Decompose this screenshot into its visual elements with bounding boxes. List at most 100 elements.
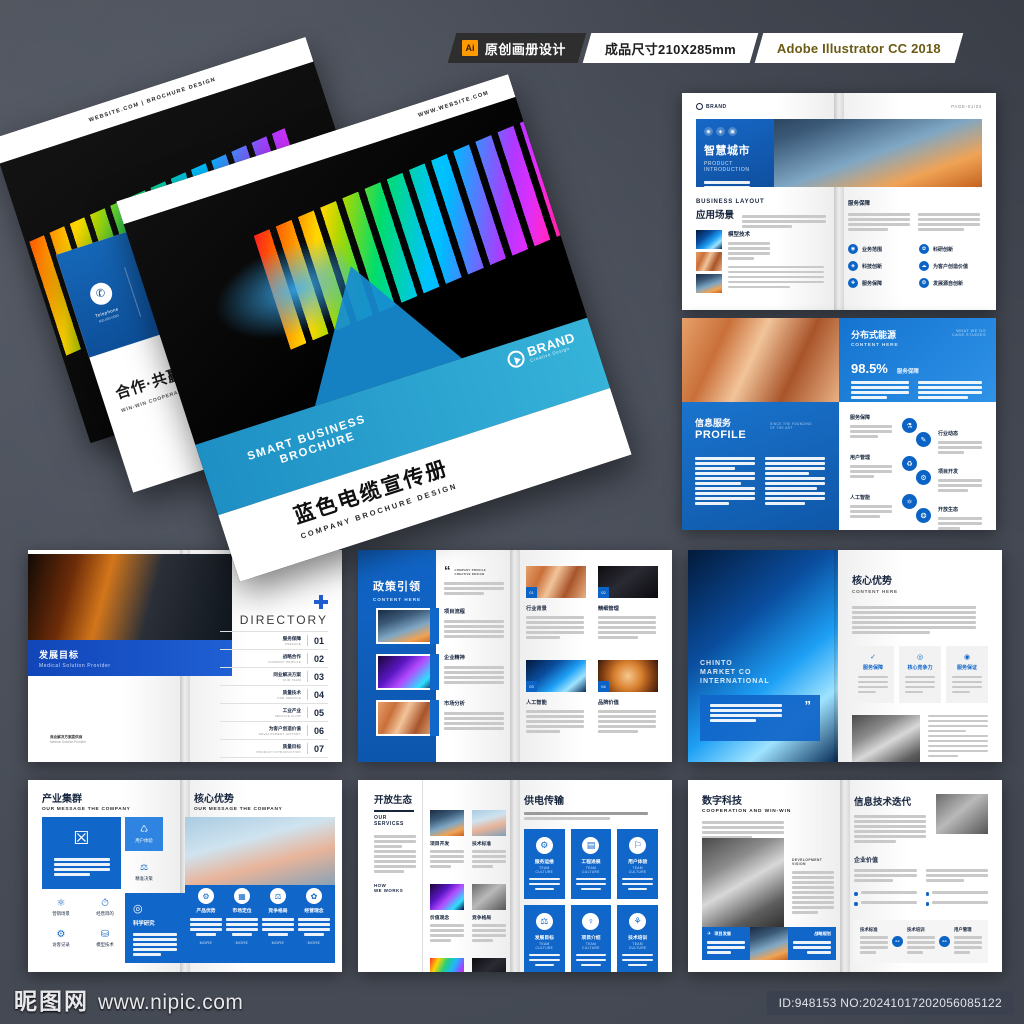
spread8-strip-photo — [750, 927, 788, 960]
spread8-strip-0[interactable]: ✈ 项目发展 — [702, 927, 750, 960]
spread1-bullet-2[interactable]: ◈ 科技创新 — [848, 261, 911, 271]
spread1-bullet-label-1: 科研创新 — [933, 246, 954, 253]
process-icon-4[interactable]: ⚛ — [902, 494, 917, 509]
spread1-bullet-4[interactable]: ✚ 服务保障 — [848, 278, 911, 288]
spread1-bullet-5[interactable]: ❂ 发展源自创新 — [919, 278, 982, 288]
spread7-card-3[interactable]: ⚖ 发展目标 TEAM CULTURE — [524, 904, 565, 972]
spread7-card-en2-4: CULTURE — [582, 945, 600, 950]
spread6-tile-0[interactable]: ♺ 用户体验 — [125, 817, 163, 851]
spread7-item-4[interactable]: 技术培训 — [430, 958, 464, 972]
directory-item-en-6: PRODUCT INTRODUCTION — [256, 749, 301, 754]
spread7-item-5[interactable]: 精准决策 — [472, 958, 506, 972]
spread7-card-4[interactable]: ♀ 项目介绍 TEAM CULTURE — [570, 904, 612, 972]
spread7-card-5[interactable]: ⚘ 技术培训 TEAM CULTURE — [617, 904, 658, 972]
spread7-item-3[interactable]: 竞争格局 — [472, 884, 506, 944]
spread7-card-cn-2: 用户体验 — [628, 859, 648, 865]
spread6-more-0[interactable]: MORE — [190, 941, 222, 945]
spread6-icon-label-3: 模型技术 — [96, 942, 114, 947]
project-intro-icon: ♀ — [582, 912, 600, 930]
spread5-card-label-0: 服务保障 — [862, 664, 883, 671]
spread4-left-item-1: 企业精神 — [444, 654, 506, 686]
bullet-dot-icon-1 — [925, 891, 930, 896]
spread6-icon-item-0[interactable]: ⚛ 营销场景 — [42, 898, 80, 917]
spread4-grid-no-badge-0: 01 — [526, 587, 537, 598]
directory-item-0[interactable]: 服务保障 PREFACE 01 — [220, 631, 328, 649]
directory-item-no-0: 01 — [314, 635, 325, 646]
spread5-card-icon-1: ◎ — [916, 653, 924, 661]
spread7-card-0[interactable]: ⚙ 服务运维 TEAM CULTURE — [524, 828, 565, 899]
spread8-bottom-item-0[interactable]: 技术标准 — [860, 927, 888, 956]
directory-title: DIRECTORY — [239, 613, 328, 627]
substation-photo — [185, 817, 335, 889]
competition-icon: ⚖ — [270, 888, 286, 904]
directory-item-en-1: COMPANY PROFILE — [267, 659, 301, 664]
spread7-item-1[interactable]: 技术标准 — [472, 810, 506, 870]
spread5-card-0[interactable]: ✓ 服务保障 — [852, 645, 894, 703]
spread8-bottom-item-2[interactable]: 用户管理 — [954, 927, 982, 956]
spread7-item-2[interactable]: 价值观念 — [430, 884, 464, 944]
spread7-card-2[interactable]: ⚐ 用户体验 TEAM CULTURE — [617, 828, 658, 899]
spread6-right-card-2[interactable]: ⚖ 竞争格局 MORE — [262, 885, 294, 963]
process-icon-3[interactable]: ⚙ — [916, 470, 931, 485]
spread5-card-icon-2: ◉ — [963, 653, 971, 661]
spread6-right-card-label-2: 竞争格局 — [268, 909, 288, 914]
process-icon-2[interactable]: ♻ — [902, 456, 917, 471]
spread6-icon-item-3[interactable]: ⛁ 模型技术 — [86, 929, 124, 948]
spread8-bullet-0 — [854, 891, 917, 896]
spread6-right-card-0[interactable]: ⚙ 产品优势 MORE — [190, 885, 222, 963]
spread4-grid-no-badge-3: 04 — [598, 681, 609, 692]
directory-item-6[interactable]: 质量目标 PRODUCT INTRODUCTION 07 — [220, 739, 328, 758]
spread8-bottom-label-1: 技术培训 — [907, 927, 925, 932]
process-icon-0[interactable]: ⚗ — [902, 418, 917, 433]
spread6-right-card-label-3: 经营理念 — [304, 909, 324, 914]
spread6-more-3[interactable]: MORE — [298, 941, 330, 945]
directory-item-5[interactable]: 为客户创造价值 DEVELOPMENT HISTORY 06 — [220, 721, 328, 739]
process-icon-5[interactable]: ❂ — [916, 508, 931, 523]
spread6-icon-label-2: 访客记录 — [52, 942, 70, 947]
brain-gear-icon: ☒ — [73, 828, 90, 848]
spread6-icon-label-1: 经营目的 — [96, 911, 114, 916]
spread7-item-0[interactable]: 项目开发 — [430, 810, 464, 870]
spread6-icon-item-2[interactable]: ⚙ 访客记录 — [42, 929, 80, 948]
directory-item-3[interactable]: 质量技术 OUR SERVICE 04 — [220, 685, 328, 703]
spread7-item-label-2: 价值观念 — [430, 916, 450, 921]
bullet-dot-icon-3 — [925, 901, 930, 906]
contact-phone[interactable]: ✆ Telephone 400-000-0000 — [68, 273, 138, 329]
hero-icon-2: ◈ — [716, 127, 725, 136]
spread5-card-1[interactable]: ◎ 核心竞争力 — [899, 645, 941, 703]
spread6-right-card-3[interactable]: ✿ 经营理念 MORE — [298, 885, 330, 963]
spread8-strip-1[interactable]: 战略规划 — [788, 927, 836, 960]
spread6-icon-item-1[interactable]: ⏱ 经营目的 — [86, 898, 124, 917]
spread8-bottom-item-1[interactable]: 技术培训 — [907, 927, 935, 956]
spread7-card-1[interactable]: ▤ 工程进展 TEAM CULTURE — [570, 828, 612, 899]
spread1-bullet-0[interactable]: ◉ 业务范围 — [848, 244, 911, 254]
quote-mark-icon: “ — [444, 563, 451, 578]
spread5-card-2[interactable]: ◉ 服务保证 — [946, 645, 988, 703]
spread2-left-label-0: 服务保障 — [850, 415, 871, 421]
spread5-card-icon-0: ✓ — [870, 653, 876, 661]
spread6-more-1[interactable]: MORE — [226, 941, 258, 945]
spread8-vision-en2: VISION — [792, 862, 806, 866]
spread7-card-en2-0: CULTURE — [535, 869, 554, 874]
spread1-bullet-1[interactable]: ✿ 科研创新 — [919, 244, 982, 254]
engineering-icon: ▤ — [582, 836, 600, 854]
spread2-profile-bars-a — [695, 457, 755, 507]
directory-item-4[interactable]: 工业产业 SERVICE FLOW 05 — [220, 703, 328, 721]
spread6-tile-1[interactable]: ⚖ 精准决策 — [125, 855, 163, 889]
spread7-card-cn-3: 发展目标 — [534, 935, 554, 941]
spread-5: CHINTO MARKET CO INTERNATIONAL ” 核心优势 CO… — [688, 550, 1002, 762]
spread4-thumb-1 — [378, 656, 436, 688]
banner-software-label: Adobe Illustrator CC 2018 — [777, 40, 942, 56]
spread6-more-2[interactable]: MORE — [262, 941, 294, 945]
directory-item-1[interactable]: 战略合作 COMPANY PROFILE 02 — [220, 649, 328, 667]
directory-item-2[interactable]: 同业解决方案 OUR TEAM 03 — [220, 667, 328, 685]
spread4-grid-label-1: 精细管理 — [598, 606, 619, 612]
spread2-profile-en: PROFILE — [695, 429, 747, 441]
directory-item-en-2: OUR TEAM — [282, 677, 301, 682]
bullet-icon-2: ◈ — [848, 261, 858, 271]
process-icon-1[interactable]: ✎ — [916, 432, 931, 447]
research-target-icon: ◎ — [133, 903, 143, 915]
spread4-thumb-0 — [378, 610, 436, 642]
spread1-bullet-3[interactable]: ☁ 为客户创造价值 — [919, 261, 982, 271]
spread6-right-card-1[interactable]: ▦ 市场定位 MORE — [226, 885, 258, 963]
